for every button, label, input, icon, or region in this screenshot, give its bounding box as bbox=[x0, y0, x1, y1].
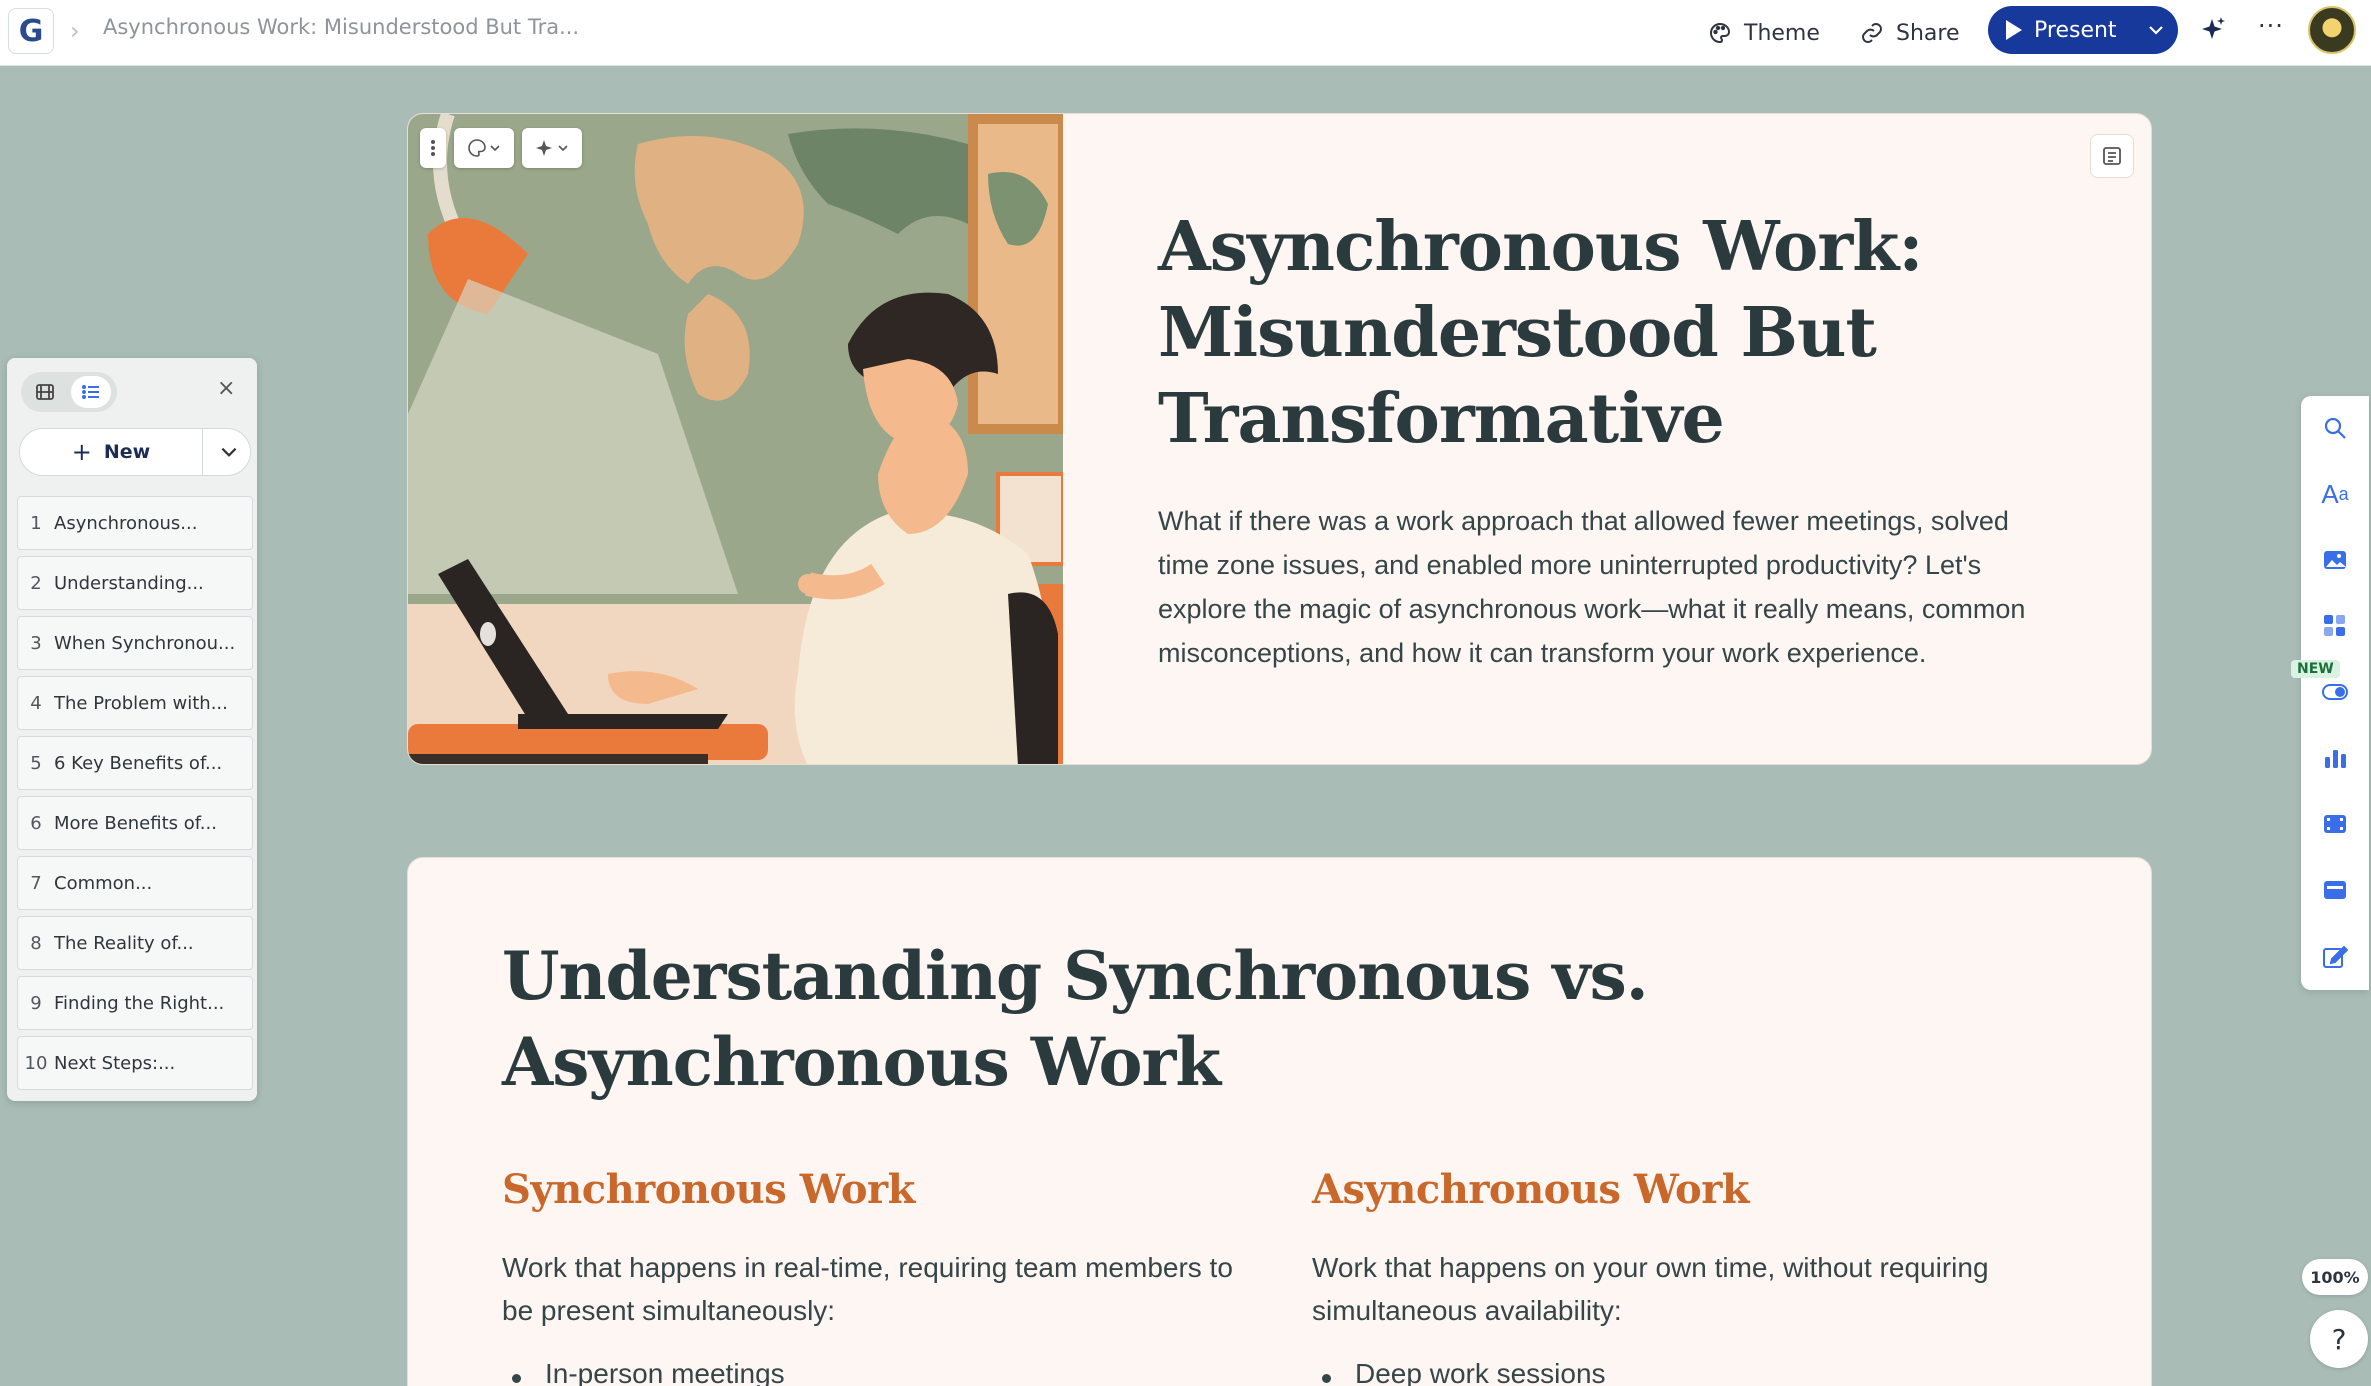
slide-item[interactable]: 6 More Benefits of... bbox=[17, 796, 253, 850]
new-slide-button[interactable]: + New bbox=[19, 428, 251, 476]
slide-item[interactable]: 3 When Synchronou... bbox=[17, 616, 253, 670]
speaker-notes-icon[interactable] bbox=[2090, 134, 2134, 178]
chevron-down-icon[interactable] bbox=[218, 441, 240, 463]
grid-view-icon[interactable] bbox=[25, 376, 65, 408]
slide-number: 9 bbox=[30, 992, 42, 1014]
list-item[interactable]: Deep work sessions bbox=[1322, 1358, 1606, 1386]
synchronous-description[interactable]: Work that happens in real-time, requirin… bbox=[502, 1246, 1242, 1332]
slide-number: 8 bbox=[30, 932, 42, 954]
slide-title: Next Steps:... bbox=[54, 1052, 176, 1074]
theme-label: Theme bbox=[1744, 20, 1820, 46]
slide-number: 7 bbox=[30, 872, 42, 894]
slide-item[interactable]: 2 Understanding... bbox=[17, 556, 253, 610]
slide-title: Understanding... bbox=[54, 572, 204, 594]
text-style-icon[interactable]: Aa bbox=[2319, 478, 2351, 510]
slide-number: 3 bbox=[30, 632, 42, 654]
title-card[interactable]: Asynchronous Work: Misunderstood But Tra… bbox=[407, 113, 2152, 765]
bullet-icon bbox=[512, 1374, 521, 1383]
chart-icon[interactable] bbox=[2319, 742, 2351, 774]
insert-toolbar: Aa bbox=[2301, 396, 2369, 990]
toggle-embed-icon[interactable] bbox=[2319, 676, 2351, 708]
slide-item[interactable]: 10 Next Steps:... bbox=[17, 1036, 253, 1090]
slide-item[interactable]: 1 Asynchronous... bbox=[17, 496, 253, 550]
present-label: Present bbox=[2034, 17, 2117, 43]
slide-title[interactable]: Asynchronous Work: Misunderstood But Tra… bbox=[1158, 204, 2058, 462]
slide-title: Finding the Right... bbox=[54, 992, 225, 1014]
slide-list: 1 Asynchronous... 2 Understanding... 3 When… bbox=[17, 496, 253, 1096]
slide-title: More Benefits of... bbox=[54, 812, 217, 834]
bullet-text: Deep work sessions bbox=[1355, 1358, 1606, 1386]
comparison-card[interactable]: Understanding Synchronous vs. Asynchrono… bbox=[407, 857, 2152, 1386]
new-slide-main[interactable]: + New bbox=[20, 429, 202, 475]
slide-number: 6 bbox=[30, 812, 42, 834]
share-button[interactable]: Share bbox=[1860, 12, 1960, 54]
link-icon bbox=[1862, 23, 1882, 43]
slide-title: 6 Key Benefits of... bbox=[54, 752, 223, 774]
search-icon[interactable] bbox=[2319, 412, 2351, 444]
video-icon[interactable] bbox=[2319, 808, 2351, 840]
slide-number: 10 bbox=[24, 1052, 48, 1074]
edit-icon[interactable] bbox=[2319, 940, 2351, 972]
section-heading[interactable]: Understanding Synchronous vs. Asynchrono… bbox=[502, 933, 2002, 1105]
chevron-down-icon[interactable] bbox=[2146, 20, 2166, 40]
zoom-level[interactable]: 100% bbox=[2302, 1259, 2368, 1295]
plus-icon: + bbox=[71, 438, 92, 466]
layout-blocks-icon[interactable] bbox=[2319, 610, 2351, 642]
breadcrumb-chevron-icon: › bbox=[70, 17, 80, 45]
user-avatar[interactable] bbox=[2308, 6, 2356, 54]
more-options-icon[interactable]: ··· bbox=[2258, 12, 2284, 40]
illustration-person-laptop[interactable] bbox=[408, 114, 1063, 765]
card-style-button[interactable] bbox=[454, 128, 514, 168]
slide-number: 5 bbox=[30, 752, 42, 774]
slide-item[interactable]: 9 Finding the Right... bbox=[17, 976, 253, 1030]
ai-edit-button[interactable] bbox=[522, 128, 582, 168]
slide-number: 4 bbox=[30, 692, 42, 714]
bullet-text: In-person meetings bbox=[545, 1358, 785, 1386]
slide-title: Common... bbox=[54, 872, 153, 894]
slide-title: When Synchronou... bbox=[54, 632, 236, 654]
top-bar: G › Asynchronous Work: Misunderstood But… bbox=[0, 0, 2371, 66]
slide-title: Asynchronous... bbox=[54, 512, 198, 534]
slide-item[interactable]: 4 The Problem with... bbox=[17, 676, 253, 730]
palette-icon bbox=[468, 139, 500, 157]
image-icon[interactable] bbox=[2319, 544, 2351, 576]
slide-outline-panel: × + New 1 Asynchronous... 2 Understanding.… bbox=[7, 358, 257, 1101]
slide-item[interactable]: 5 6 Key Benefits of... bbox=[17, 736, 253, 790]
slide-number: 1 bbox=[30, 512, 42, 534]
drag-handle-icon[interactable] bbox=[420, 128, 446, 168]
palette-icon bbox=[1710, 22, 1731, 44]
bullet-icon bbox=[1322, 1374, 1331, 1383]
help-button[interactable]: ? bbox=[2310, 1310, 2368, 1368]
close-panel-icon[interactable]: × bbox=[217, 376, 235, 401]
play-icon bbox=[2006, 20, 2022, 40]
share-label: Share bbox=[1896, 20, 1960, 46]
synchronous-heading[interactable]: Synchronous Work bbox=[502, 1166, 915, 1213]
new-badge: NEW bbox=[2291, 660, 2340, 678]
asynchronous-heading[interactable]: Asynchronous Work bbox=[1312, 1166, 1750, 1213]
app-logo[interactable]: G bbox=[8, 8, 54, 54]
new-label: New bbox=[103, 441, 151, 463]
list-view-icon[interactable] bbox=[71, 376, 111, 408]
present-button[interactable]: Present bbox=[1988, 6, 2178, 54]
slide-item[interactable]: 7 Common... bbox=[17, 856, 253, 910]
list-item[interactable]: In-person meetings bbox=[512, 1358, 785, 1386]
slide-title: The Problem with... bbox=[54, 692, 228, 714]
ai-sparkle-icon[interactable] bbox=[2198, 14, 2228, 44]
slide-title: The Reality of... bbox=[54, 932, 194, 954]
slide-number: 2 bbox=[30, 572, 42, 594]
form-icon[interactable] bbox=[2319, 874, 2351, 906]
sparkle-icon bbox=[536, 140, 568, 156]
divider bbox=[202, 429, 203, 475]
image-toolbar bbox=[420, 128, 582, 168]
theme-button[interactable]: Theme bbox=[1708, 12, 1820, 54]
asynchronous-description[interactable]: Work that happens on your own time, with… bbox=[1312, 1246, 2052, 1332]
view-toggle bbox=[21, 372, 117, 412]
document-title[interactable]: Asynchronous Work: Misunderstood But Tra… bbox=[103, 15, 579, 39]
intro-paragraph[interactable]: What if there was a work approach that a… bbox=[1158, 499, 2058, 675]
slide-item[interactable]: 8 The Reality of... bbox=[17, 916, 253, 970]
